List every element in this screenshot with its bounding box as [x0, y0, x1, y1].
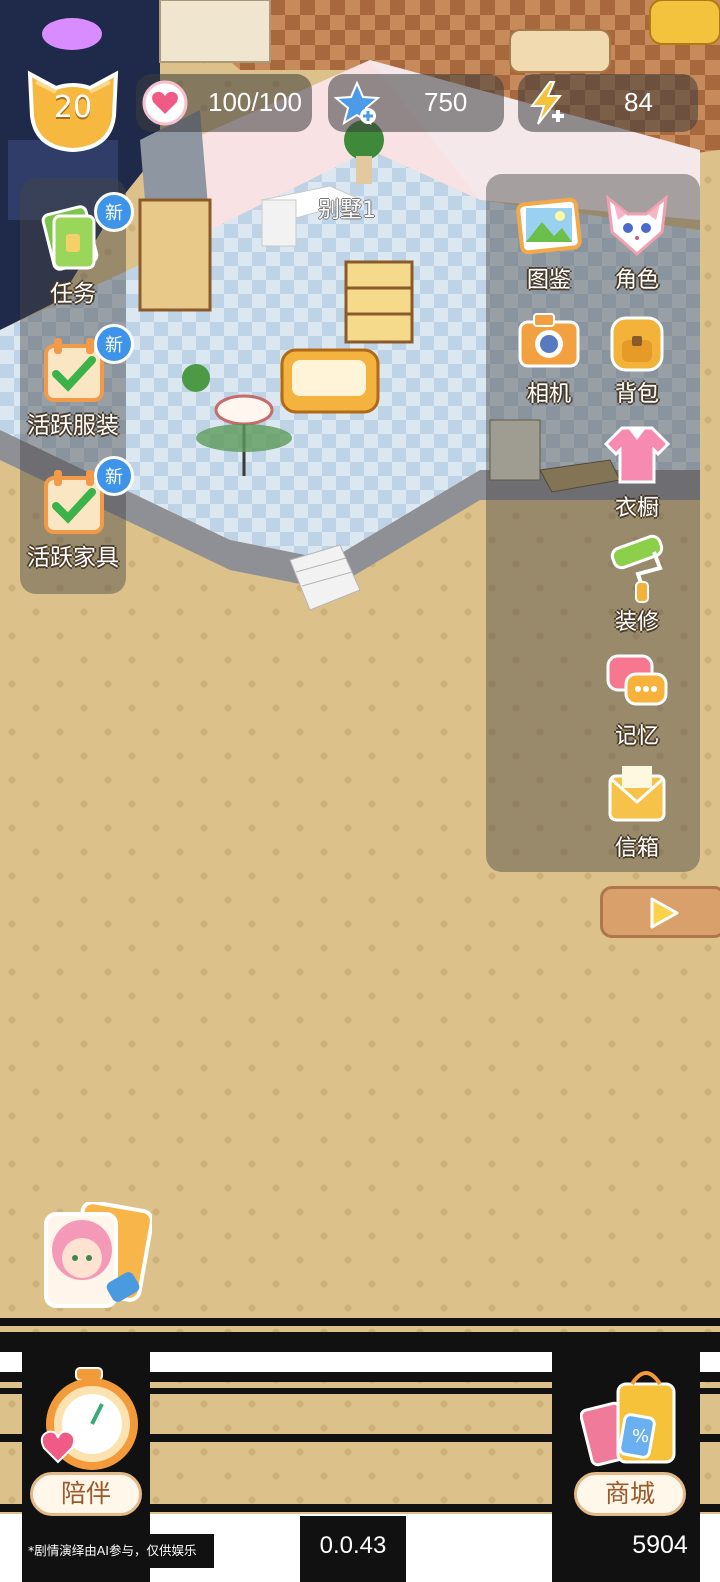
energy-value: 84 [624, 87, 653, 117]
companion-button[interactable]: 陪伴 [30, 1366, 150, 1526]
room-name-label: 别墅1 [318, 198, 376, 223]
new-badge: 新 [94, 192, 134, 232]
menu-item-memory-label: 记忆 [614, 724, 659, 749]
menu-item-mailbox[interactable]: 信箱 [592, 760, 682, 870]
hearts-counter[interactable]: 100/100 [136, 74, 312, 132]
right-menu-panel: 图鉴 角色 相机 背包 衣橱 装修 记忆 信箱 [486, 174, 700, 872]
stars-value: 750 [424, 87, 468, 117]
star-add-icon [334, 80, 380, 126]
shirt-icon [603, 426, 671, 484]
menu-item-collection-label: 图鉴 [526, 268, 571, 293]
menu-item-decorate-label: 装修 [614, 610, 659, 635]
lightning-add-icon [530, 81, 564, 125]
paint-roller-icon [610, 534, 664, 603]
menu-item-backpack[interactable]: 背包 [592, 306, 682, 416]
menu-item-active-outfit-label: 活跃服装 [27, 413, 119, 439]
new-badge: 新 [94, 324, 134, 364]
hearts-value: 100/100 [208, 87, 302, 117]
version-label: 0.0.43 [300, 1516, 406, 1582]
menu-item-task[interactable]: 新 任务 [20, 192, 134, 316]
backpack-icon [610, 316, 664, 372]
menu-item-character[interactable]: 角色 [592, 192, 682, 302]
camera-icon [518, 313, 580, 368]
menu-item-camera-label: 相机 [526, 382, 571, 407]
shopping-bag-icon: % [580, 1371, 676, 1467]
menu-item-wardrobe[interactable]: 衣橱 [592, 420, 682, 530]
chat-bubble-icon [606, 654, 668, 706]
level-value: 20 [53, 90, 93, 125]
level-badge[interactable]: 20 [22, 68, 124, 152]
picture-icon [516, 197, 582, 255]
menu-item-decorate[interactable]: 装修 [592, 534, 682, 644]
companion-button-label: 陪伴 [30, 1472, 142, 1516]
menu-item-active-outfit[interactable]: 新 活跃服装 [20, 324, 134, 448]
shop-button[interactable]: % 商城 [574, 1366, 694, 1526]
menu-item-task-label: 任务 [50, 281, 96, 307]
companion-portrait-button[interactable] [36, 1200, 154, 1312]
stars-counter[interactable]: 750 [328, 74, 504, 132]
heart-icon [142, 80, 188, 126]
score-label: 5904 [620, 1520, 700, 1574]
menu-item-active-furniture-label: 活跃家具 [27, 545, 119, 571]
menu-item-wardrobe-label: 衣橱 [614, 496, 659, 521]
svg-text:%: % [632, 1426, 649, 1447]
menu-item-active-furniture[interactable]: 新 活跃家具 [20, 456, 134, 580]
shop-button-label: 商城 [574, 1472, 686, 1516]
expand-arrow-button[interactable] [600, 886, 720, 938]
mail-envelope-icon [608, 766, 666, 822]
menu-item-backpack-label: 背包 [614, 382, 659, 407]
menu-item-character-label: 角色 [614, 268, 659, 293]
energy-counter[interactable]: 84 [518, 74, 698, 132]
menu-item-camera[interactable]: 相机 [504, 306, 594, 416]
left-menu-panel: 新 任务 新 活跃服装 新 活跃家具 [20, 178, 134, 594]
play-arrow-icon [650, 897, 679, 929]
new-badge: 新 [94, 456, 134, 496]
menu-item-collection[interactable]: 图鉴 [504, 192, 594, 302]
menu-item-memory[interactable]: 记忆 [592, 648, 682, 758]
menu-item-mailbox-label: 信箱 [614, 836, 659, 861]
girl-portrait-icon [44, 1200, 154, 1308]
ai-disclaimer-text: *剧情演绎由AI参与，仅供娱乐 [22, 1534, 214, 1568]
stopwatch-heart-icon [40, 1367, 138, 1470]
fox-character-icon [606, 194, 668, 256]
